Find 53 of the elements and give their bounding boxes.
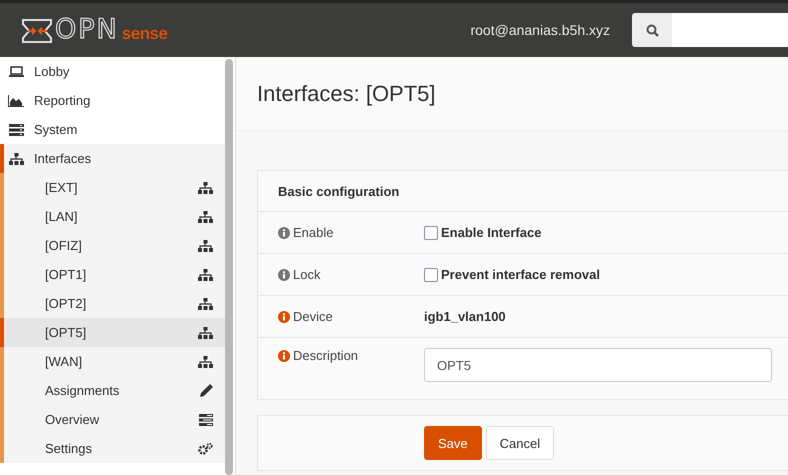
sitemap-icon — [198, 268, 213, 280]
info-icon[interactable] — [278, 310, 290, 322]
info-icon[interactable] — [278, 268, 290, 280]
section-title: Basic configuration — [258, 171, 788, 212]
search-icon — [646, 24, 658, 36]
save-button[interactable]: Save — [424, 426, 482, 460]
description-field[interactable]: OPT5 — [424, 348, 772, 382]
sidebar-subitem[interactable]: Settings — [0, 434, 225, 463]
sitemap-icon — [198, 210, 213, 222]
sidebar-subitem[interactable]: [OPT2] — [0, 289, 225, 318]
list-icon — [199, 414, 213, 426]
info-icon[interactable] — [278, 226, 290, 238]
sidebar-subitem[interactable]: [OPT5] — [0, 318, 225, 347]
sidebar-subitem[interactable]: [EXT] — [0, 173, 225, 202]
logo-text: OPN — [55, 17, 119, 43]
sidebar-item[interactable]: System — [0, 115, 225, 144]
sitemap-icon — [198, 240, 213, 252]
sitemap-icon — [198, 326, 213, 338]
sidebar-subitem[interactable]: [OFIZ] — [0, 231, 225, 260]
checkbox-label[interactable]: Enable Interface — [441, 225, 542, 240]
field-label: Description — [293, 348, 358, 363]
field-label: Lock — [293, 267, 320, 282]
logo-mark-icon — [22, 19, 52, 43]
sitemap-icon — [198, 298, 213, 310]
user-name[interactable]: root@ananias.b5h.xyz — [470, 22, 610, 38]
sidebar-item[interactable]: Interfaces — [0, 144, 225, 173]
pencil-icon — [200, 384, 213, 397]
logo-accent-text: sense — [122, 25, 168, 43]
checkbox[interactable] — [424, 268, 438, 282]
sidebar-subitem[interactable]: [WAN] — [0, 347, 225, 376]
scrollbar[interactable] — [225, 59, 233, 475]
sidebar-item[interactable]: Reporting — [0, 86, 225, 115]
cancel-button[interactable]: Cancel — [486, 426, 554, 460]
info-icon[interactable] — [278, 350, 290, 362]
search-field[interactable] — [672, 13, 788, 47]
sidebar-subitem[interactable]: Overview — [0, 405, 225, 434]
sidebar-item[interactable]: Lobby — [0, 57, 225, 86]
laptop-icon — [8, 66, 24, 77]
sidebar-subitem[interactable]: Assignments — [0, 376, 225, 405]
server-icon — [8, 124, 24, 136]
sitemap-icon — [8, 152, 24, 164]
sidebar-subitem[interactable]: [OPT1] — [0, 260, 225, 289]
gears-icon — [198, 442, 213, 454]
search-button[interactable] — [632, 13, 672, 47]
sidebar-subitem[interactable]: [LAN] — [0, 202, 225, 231]
sitemap-icon — [198, 356, 213, 368]
field-label: Device — [293, 309, 333, 324]
checkbox-label[interactable]: Prevent interface removal — [441, 267, 600, 282]
field-value: igb1_vlan100 — [424, 309, 506, 324]
sitemap-icon — [198, 182, 213, 194]
area-chart-icon — [8, 94, 24, 106]
checkbox[interactable] — [424, 226, 438, 240]
field-label: Enable — [293, 225, 334, 240]
